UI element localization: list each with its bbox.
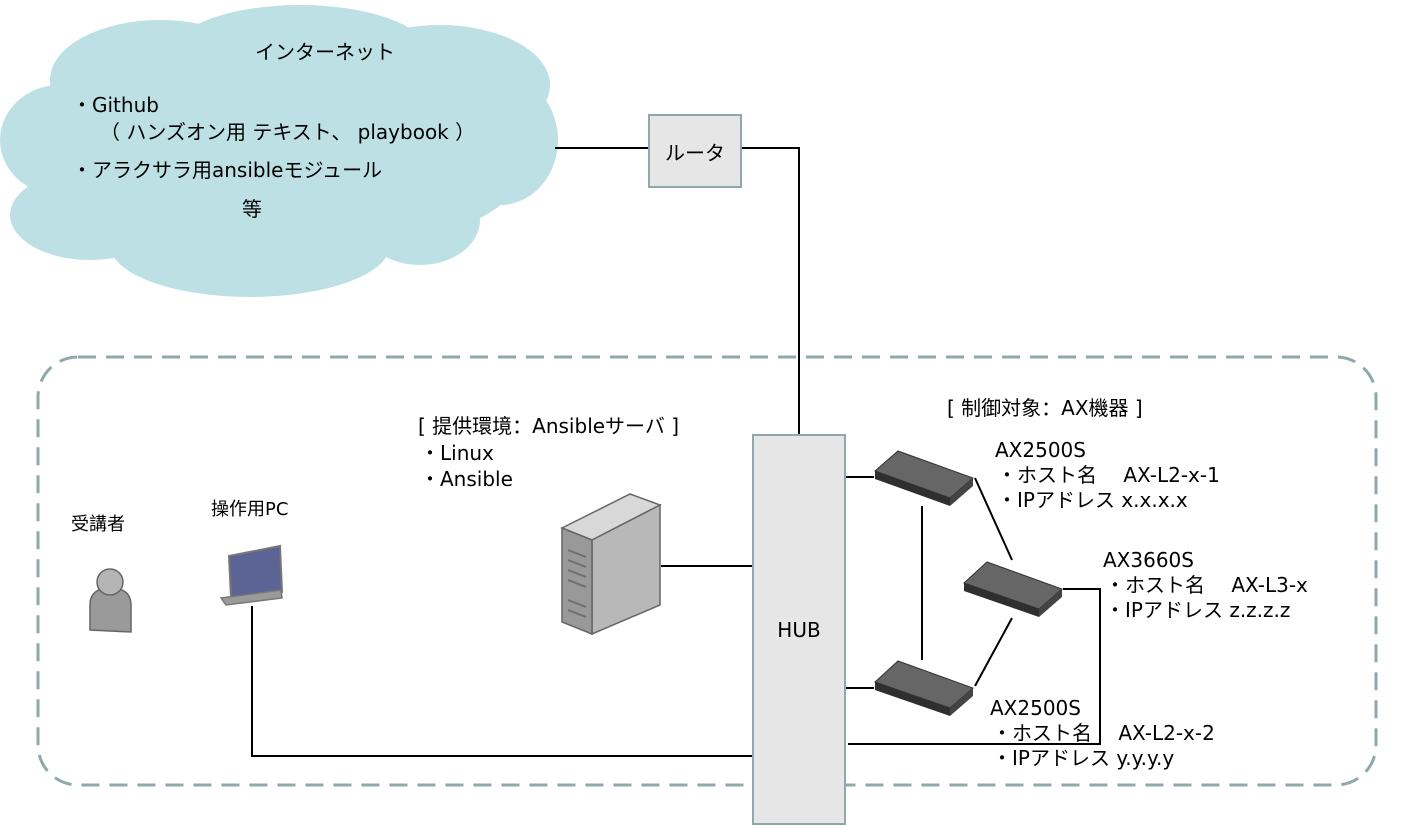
laptop-icon bbox=[219, 544, 284, 606]
internet-item-ansible-module: ・アラクサラ用ansibleモジュール bbox=[72, 158, 383, 182]
hub-label: HUB bbox=[777, 617, 821, 642]
switch2-model: AX2500S bbox=[990, 696, 1081, 720]
server-item-ansible: ・Ansible bbox=[420, 467, 513, 491]
server-item-linux: ・Linux bbox=[420, 441, 494, 465]
switch3-host: ・ホスト名 AX-L3-x bbox=[1105, 573, 1308, 597]
switch1-ip: ・IPアドレス x.x.x.x bbox=[997, 488, 1188, 512]
student-label: 受講者 bbox=[71, 514, 125, 535]
internet-item-github-detail: （ ハンズオン用 テキスト、 playbook ） bbox=[100, 120, 476, 144]
switch-icon bbox=[963, 561, 1063, 617]
switch3-ip: ・IPアドレス z.z.z.z bbox=[1105, 598, 1291, 622]
internet-item-github: ・Github bbox=[72, 93, 159, 117]
targets-heading: [ 制御対象：AX機器 ] bbox=[947, 396, 1143, 420]
switch-icon bbox=[874, 660, 974, 716]
server-heading: [ 提供環境：Ansibleサーバ ] bbox=[418, 414, 680, 438]
hub-box: HUB bbox=[752, 434, 846, 825]
switch1-host: ・ホスト名 AX-L2-x-1 bbox=[997, 463, 1220, 487]
router-box: ルータ bbox=[648, 114, 742, 188]
person-icon bbox=[89, 568, 132, 633]
router-label: ルータ bbox=[665, 140, 725, 165]
switch1-model: AX2500S bbox=[995, 438, 1086, 462]
switch3-model: AX3660S bbox=[1103, 548, 1194, 572]
switch-icon bbox=[874, 450, 974, 506]
switch2-host: ・ホスト名 AX-L2-x-2 bbox=[992, 721, 1215, 745]
switch2-ip: ・IPアドレス y.y.y.y bbox=[992, 746, 1175, 770]
internet-etc: 等 bbox=[242, 197, 262, 221]
internet-title: インターネット bbox=[255, 40, 395, 64]
pc-label: 操作用PC bbox=[211, 499, 289, 520]
server-tower-icon bbox=[560, 493, 662, 636]
